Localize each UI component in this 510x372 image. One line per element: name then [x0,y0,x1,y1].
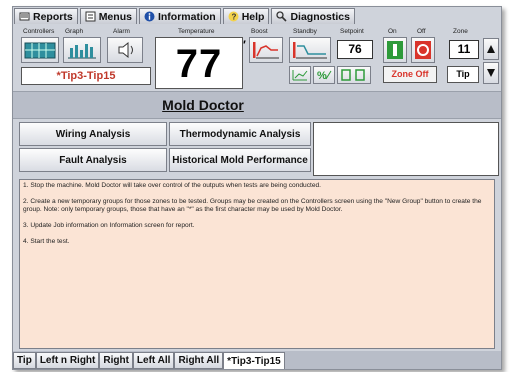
menu-menus[interactable]: Menus [79,8,137,25]
menu-diagnostics-label: Diagnostics [290,10,350,23]
wiring-analysis-button[interactable]: Wiring Analysis [19,122,167,146]
on-label: On [388,28,397,35]
svg-text:?: ? [231,13,236,22]
setpoint-value[interactable]: 76 [337,40,373,59]
zone-group-tabs: Tip Left n Right Right Left All Right Al… [13,351,501,369]
power-on-icon [387,41,403,59]
standby-label: Standby [293,28,317,35]
zone-label: Zone [453,28,468,35]
off-button[interactable] [411,37,435,63]
page-title: Mold Doctor [162,97,244,113]
zone-name-display: Tip [447,66,479,83]
digital-display-icon [341,69,365,81]
percent-button[interactable]: % [313,66,335,84]
tab-left-all[interactable]: Left All [132,352,175,369]
tab-left-n-right[interactable]: Left n Right [35,352,100,369]
zone-header: Controllers Graph Alarm Temperature Boos… [13,24,501,89]
boost-curve-icon [253,42,279,59]
bar-graph-icon [68,44,96,59]
power-off-icon [415,41,431,59]
graph-button[interactable] [63,37,101,63]
boost-button[interactable] [249,37,283,63]
menu-help[interactable]: ? Help [222,8,270,25]
off-label: Off [417,28,426,35]
on-button[interactable] [383,37,407,63]
menu-information-label: Information [157,10,216,23]
instruction-step: 3. Update Job information on Information… [23,222,195,229]
speaker-icon [118,41,133,59]
tab-right[interactable]: Right [99,352,133,369]
alarm-label: Alarm [113,28,130,35]
menu-help-label: Help [241,10,265,23]
zone-number[interactable]: 11 [449,40,479,59]
tab-right-all[interactable]: Right All [174,352,224,369]
mold-doctor-window: Reports Menus Information ? Help Diagnos… [12,6,502,370]
zone-down-button[interactable] [483,62,499,84]
zone-off-indicator: Zone Off [383,66,437,83]
thermodynamic-analysis-button[interactable]: Thermodynamic Analysis [169,122,311,146]
menus-icon [85,11,96,22]
zone-up-button[interactable] [483,38,499,60]
graph-label: Graph [65,28,84,35]
temperature-label: Temperature [178,28,215,35]
standby-button[interactable] [289,37,331,63]
trend-button[interactable] [289,66,311,84]
result-display [313,122,499,176]
help-icon: ? [228,11,239,22]
alarm-button[interactable] [107,37,143,63]
tab-tip[interactable]: Tip [13,352,36,369]
menu-diagnostics[interactable]: Diagnostics [271,8,355,25]
tab-tip3-tip15[interactable]: *Tip3-Tip15 [223,352,285,369]
svg-text:%: % [317,70,327,82]
trend-icon [292,70,308,81]
menu-menus-label: Menus [98,10,132,23]
digital-button[interactable] [337,66,371,84]
historical-mold-performance-button[interactable]: Historical Mold Performance [169,148,311,172]
temperature-display: 77 [155,37,243,89]
menu-reports-label: Reports [33,10,73,23]
setpoint-label: Setpoint [340,28,364,35]
menu-bar: Reports Menus Information ? Help Diagnos… [13,7,501,25]
menu-reports[interactable]: Reports [14,8,78,25]
controllers-icon [24,42,56,59]
instruction-step: 4. Start the test. [23,238,70,245]
arrow-down-icon [487,69,495,77]
menu-information[interactable]: Information [138,8,221,25]
temperature-value: 77 [175,42,223,86]
reports-icon [19,12,30,21]
instruction-step: 1. Stop the machine. Mold Doctor will ta… [23,182,321,189]
info-icon [144,11,155,22]
diagnostics-icon [276,11,288,22]
standby-curve-icon [293,42,327,59]
degree-mark: ′ [243,38,246,52]
arrow-up-icon [487,45,495,53]
group-name-display: *Tip3-Tip15 [21,67,151,85]
page-title-bar: Mold Doctor [13,91,501,119]
percent-icon: % [317,70,332,82]
instruction-step: 2. Create a new temporary groups for tho… [23,198,482,213]
boost-label: Boost [251,28,268,35]
instructions-panel: 1. Stop the machine. Mold Doctor will ta… [19,179,495,349]
controllers-label: Controllers [23,28,55,35]
controllers-button[interactable] [21,37,59,63]
fault-analysis-button[interactable]: Fault Analysis [19,148,167,172]
